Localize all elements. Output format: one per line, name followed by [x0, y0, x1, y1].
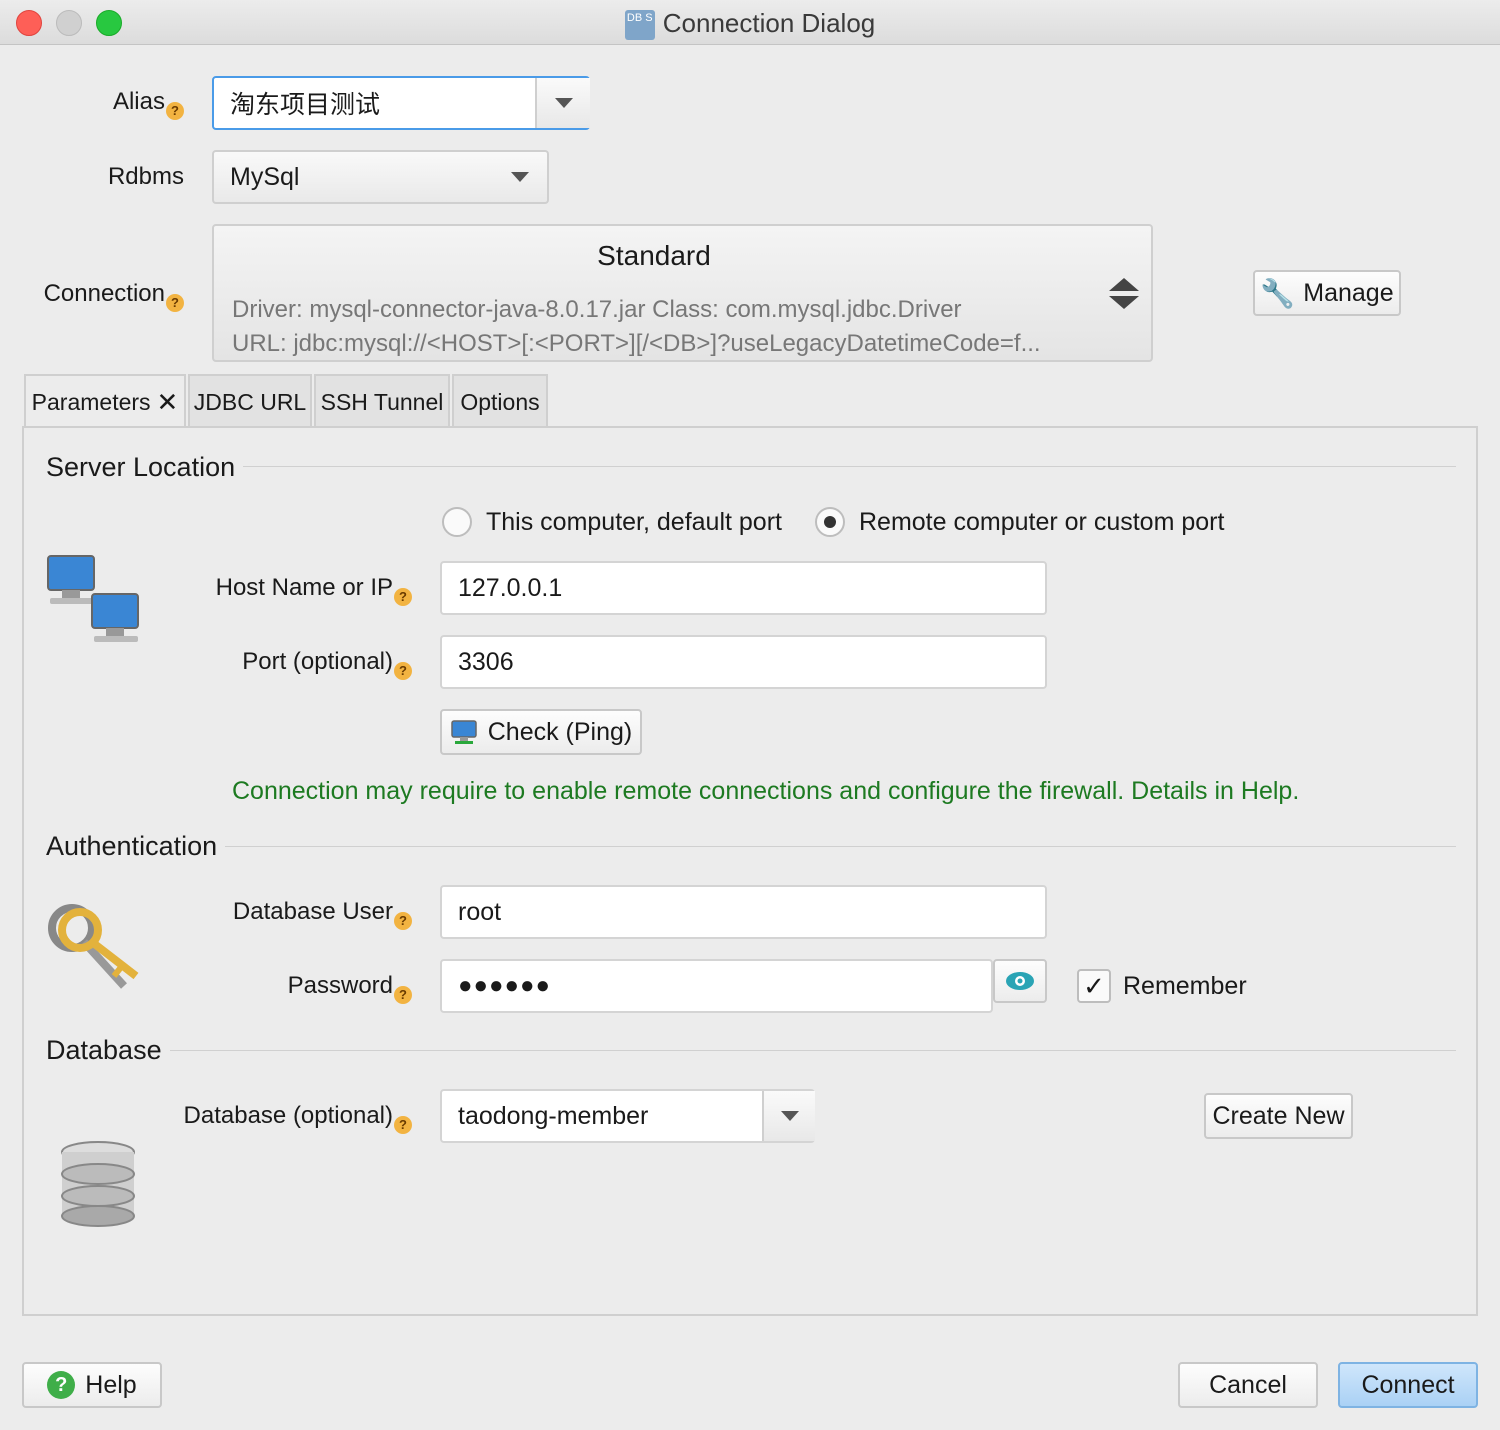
window-title: DB S Connection Dialog: [0, 8, 1500, 41]
help-icon[interactable]: ?: [394, 1116, 412, 1134]
rdbms-select[interactable]: MySql: [212, 150, 549, 204]
network-computers-icon: [47, 555, 139, 642]
driver-text: Driver: mysql-connector-java-8.0.17.jar …: [232, 296, 962, 323]
parameters-panel: [22, 426, 1478, 1316]
tab-parameters[interactable]: Parameters ✕: [24, 374, 186, 428]
database-heading: Database: [46, 1035, 170, 1066]
tab-options[interactable]: Options: [452, 374, 548, 428]
port-label: Port (optional)?: [150, 648, 412, 680]
divider: [46, 846, 1456, 847]
wrench-icon: 🔧: [1260, 277, 1296, 309]
database-combo[interactable]: taodong-member: [440, 1089, 815, 1143]
help-circle-icon: ?: [47, 1371, 76, 1399]
tab-jdbc-url[interactable]: JDBC URL: [188, 374, 312, 428]
host-label: Host Name or IP?: [150, 574, 412, 606]
eye-icon: [1006, 972, 1034, 990]
chevron-down-icon: [511, 172, 529, 182]
tab-ssh-tunnel[interactable]: SSH Tunnel: [314, 374, 450, 428]
database-icon: [61, 1141, 135, 1227]
help-icon[interactable]: ?: [166, 102, 184, 120]
connection-type: Standard: [597, 240, 711, 271]
check-ping-button[interactable]: Check (Ping): [440, 709, 642, 755]
alias-dropdown-button[interactable]: [535, 78, 590, 128]
create-new-button[interactable]: Create New: [1204, 1093, 1353, 1139]
server-location-heading: Server Location: [46, 452, 244, 483]
help-icon[interactable]: ?: [394, 662, 412, 680]
remember-label: Remember: [1123, 972, 1247, 1000]
rdbms-label: Rdbms: [107, 163, 184, 190]
port-input[interactable]: 3306: [440, 635, 1047, 689]
connect-button[interactable]: Connect: [1338, 1362, 1478, 1408]
url-text: URL: jdbc:mysql://<HOST>[:<PORT>][/<DB>]…: [232, 330, 1041, 357]
firewall-notice: Connection may require to enable remote …: [232, 777, 1300, 805]
help-button[interactable]: ? Help: [22, 1362, 162, 1408]
monitor-icon: [451, 720, 477, 744]
database-dropdown-button[interactable]: [762, 1091, 815, 1141]
show-password-button[interactable]: [993, 959, 1047, 1003]
help-icon[interactable]: ?: [394, 986, 412, 1004]
radio-button-selected[interactable]: [815, 507, 845, 537]
alias-combo[interactable]: 淘东项目测试: [212, 76, 590, 130]
keys-icon: [48, 904, 139, 989]
password-label: Password?: [150, 972, 412, 1004]
alias-value: 淘东项目测试: [230, 91, 381, 119]
radio-button[interactable]: [442, 507, 472, 537]
help-icon[interactable]: ?: [394, 588, 412, 606]
host-input[interactable]: 127.0.0.1: [440, 561, 1047, 615]
radio-remote[interactable]: Remote computer or custom port: [815, 507, 1224, 537]
db-label: Database (optional)?: [120, 1102, 412, 1134]
remember-checkbox[interactable]: ✓: [1077, 969, 1111, 1003]
connection-type-select[interactable]: Standard Driver: mysql-connector-java-8.…: [212, 224, 1153, 362]
checkmark-icon: ✓: [1083, 971, 1105, 1001]
user-input[interactable]: root: [440, 885, 1047, 939]
cancel-button[interactable]: Cancel: [1178, 1362, 1318, 1408]
divider: [46, 466, 1456, 467]
user-label: Database User?: [150, 898, 412, 930]
password-input[interactable]: ●●●●●●: [440, 959, 993, 1013]
chevron-down-icon: [554, 98, 573, 108]
updown-arrows-icon: [1109, 278, 1139, 310]
chevron-down-icon: [780, 1111, 799, 1121]
radio-local[interactable]: This computer, default port: [442, 507, 782, 537]
help-icon[interactable]: ?: [394, 912, 412, 930]
close-icon[interactable]: ✕: [157, 387, 179, 418]
manage-button[interactable]: 🔧 Manage: [1253, 270, 1401, 316]
alias-label: Alias?: [40, 88, 184, 120]
help-icon[interactable]: ?: [166, 294, 184, 312]
divider: [46, 1050, 1456, 1051]
connection-label: Connection?: [20, 280, 184, 312]
app-icon: DB S: [624, 10, 655, 41]
authentication-heading: Authentication: [46, 831, 226, 862]
